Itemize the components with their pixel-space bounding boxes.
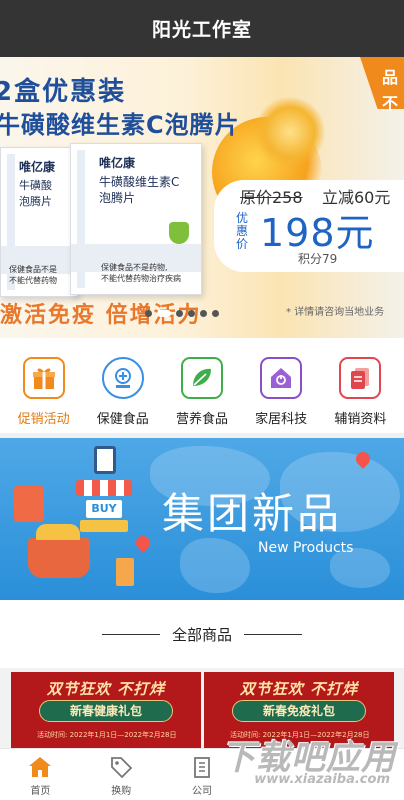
category-health-food[interactable]: 保健食品 — [85, 338, 161, 433]
category-materials[interactable]: 辅销资料 — [322, 338, 398, 433]
site-watermark: 下载吧应用 www.xiazaiba.com — [190, 728, 402, 800]
box-disclaimer: 保健食品不是 不能代替药物 — [9, 265, 57, 285]
shield-icon — [169, 222, 189, 244]
health-food-icon — [101, 357, 144, 399]
category-nutrition[interactable]: 营养食品 — [164, 338, 240, 433]
heading-line — [101, 633, 160, 635]
basket-icon — [28, 524, 90, 578]
gift-icon — [22, 357, 65, 399]
new-products-subtitle: New Products — [258, 540, 354, 556]
category-label: 辅销资料 — [334, 412, 387, 427]
hero-carousel[interactable]: 品不 2盒优惠装 牛磺酸维生素C泡腾片 唯亿康 牛磺酸 泡腾片 保健食品不是 不能代… — [0, 57, 404, 338]
category-promotions[interactable]: 促销活动 — [6, 338, 82, 433]
box-product: 牛磺酸 泡腾片 — [19, 179, 52, 208]
nav-home[interactable]: 首页 — [0, 749, 81, 800]
price-panel: 原价258 立减60元 优惠价 198元 积分79 — [214, 180, 404, 272]
carousel-dot[interactable] — [188, 310, 195, 317]
hero-footnote: * 详情请咨询当地业务 — [286, 307, 385, 318]
carousel-dot[interactable] — [200, 310, 207, 317]
app-title: 阳光工作室 — [151, 19, 252, 41]
tag-icon — [111, 757, 133, 779]
box-disclaimer: 保健食品不是药物, 不能代替药物治疗疾病 — [101, 263, 181, 283]
category-label: 营养食品 — [175, 412, 228, 427]
category-label: 促销活动 — [17, 412, 70, 427]
new-products-banner[interactable]: BUY 集团新品 New Products — [0, 438, 404, 600]
heading-line — [244, 633, 302, 635]
world-map-decoration — [180, 538, 250, 593]
product-box-back: 唯亿康 牛磺酸 泡腾片 保健食品不是 不能代替药物 — [0, 147, 78, 297]
shopping-bag-icon — [14, 486, 44, 522]
promo-period: 活动时间: 2022年1月1日—2022年2月28日 — [37, 731, 177, 739]
section-title: 全部商品 — [171, 625, 232, 644]
box-brand: 唯亿康 — [99, 156, 136, 170]
category-label: 保健食品 — [96, 412, 149, 427]
carousel-dot[interactable] — [176, 310, 183, 317]
nav-label: 首页 — [30, 786, 51, 797]
promo-text: 双节狂欢 不打烊 — [46, 680, 166, 698]
nav-exchange[interactable]: 换购 — [81, 749, 162, 800]
sale-price: 198元 — [260, 211, 375, 255]
category-smart-home[interactable]: 家居科技 — [243, 338, 319, 433]
documents-icon — [339, 357, 382, 399]
points-text: 积分79 — [298, 252, 338, 266]
leaf-icon — [180, 357, 223, 399]
carousel-dot[interactable] — [157, 310, 171, 317]
tablet-icon — [94, 446, 116, 474]
hero-headline: 2盒优惠装 — [0, 77, 127, 107]
nav-label: 换购 — [111, 786, 132, 797]
carousel-dots[interactable] — [145, 310, 219, 317]
new-products-title: 集团新品 — [162, 489, 343, 538]
shopping-bag-icon — [116, 558, 134, 586]
hero-product-name: 牛磺酸维生素C泡腾片 — [0, 111, 240, 139]
watermark-url: www.xiazaiba.com — [254, 772, 390, 787]
product-name: 新春健康礼包 — [39, 700, 173, 722]
box-brand: 唯亿康 — [19, 160, 56, 174]
orange-decoration — [255, 97, 325, 167]
carousel-dot[interactable] — [145, 310, 152, 317]
category-label: 家居科技 — [255, 412, 308, 427]
product-name: 新春免疫礼包 — [232, 700, 366, 722]
map-pin-icon — [133, 533, 153, 553]
hero-corner-text: 品不 — [381, 68, 398, 113]
category-row: 促销活动 保健食品 营养食品 家居科技 辅销资料 — [0, 338, 404, 433]
shop-icon: BUY — [76, 480, 132, 532]
promo-text: 双节狂欢 不打烊 — [239, 680, 359, 698]
carousel-dot[interactable] — [212, 310, 219, 317]
all-products-heading: 全部商品 — [0, 600, 404, 668]
title-bar: 阳光工作室 — [0, 0, 404, 57]
price-label: 优惠价 — [236, 211, 249, 251]
shop-sign: BUY — [86, 500, 122, 518]
product-box-front: 唯亿康 牛磺酸维生素C 泡腾片 保健食品不是药物, 不能代替药物治疗疾病 — [70, 143, 202, 295]
product-card[interactable]: 双节狂欢 不打烊 新春健康礼包 活动时间: 2022年1月1日—2022年2月2… — [11, 672, 201, 748]
box-product: 牛磺酸维生素C 泡腾片 — [99, 175, 180, 205]
home-icon — [29, 757, 52, 777]
smart-home-icon — [260, 357, 303, 399]
